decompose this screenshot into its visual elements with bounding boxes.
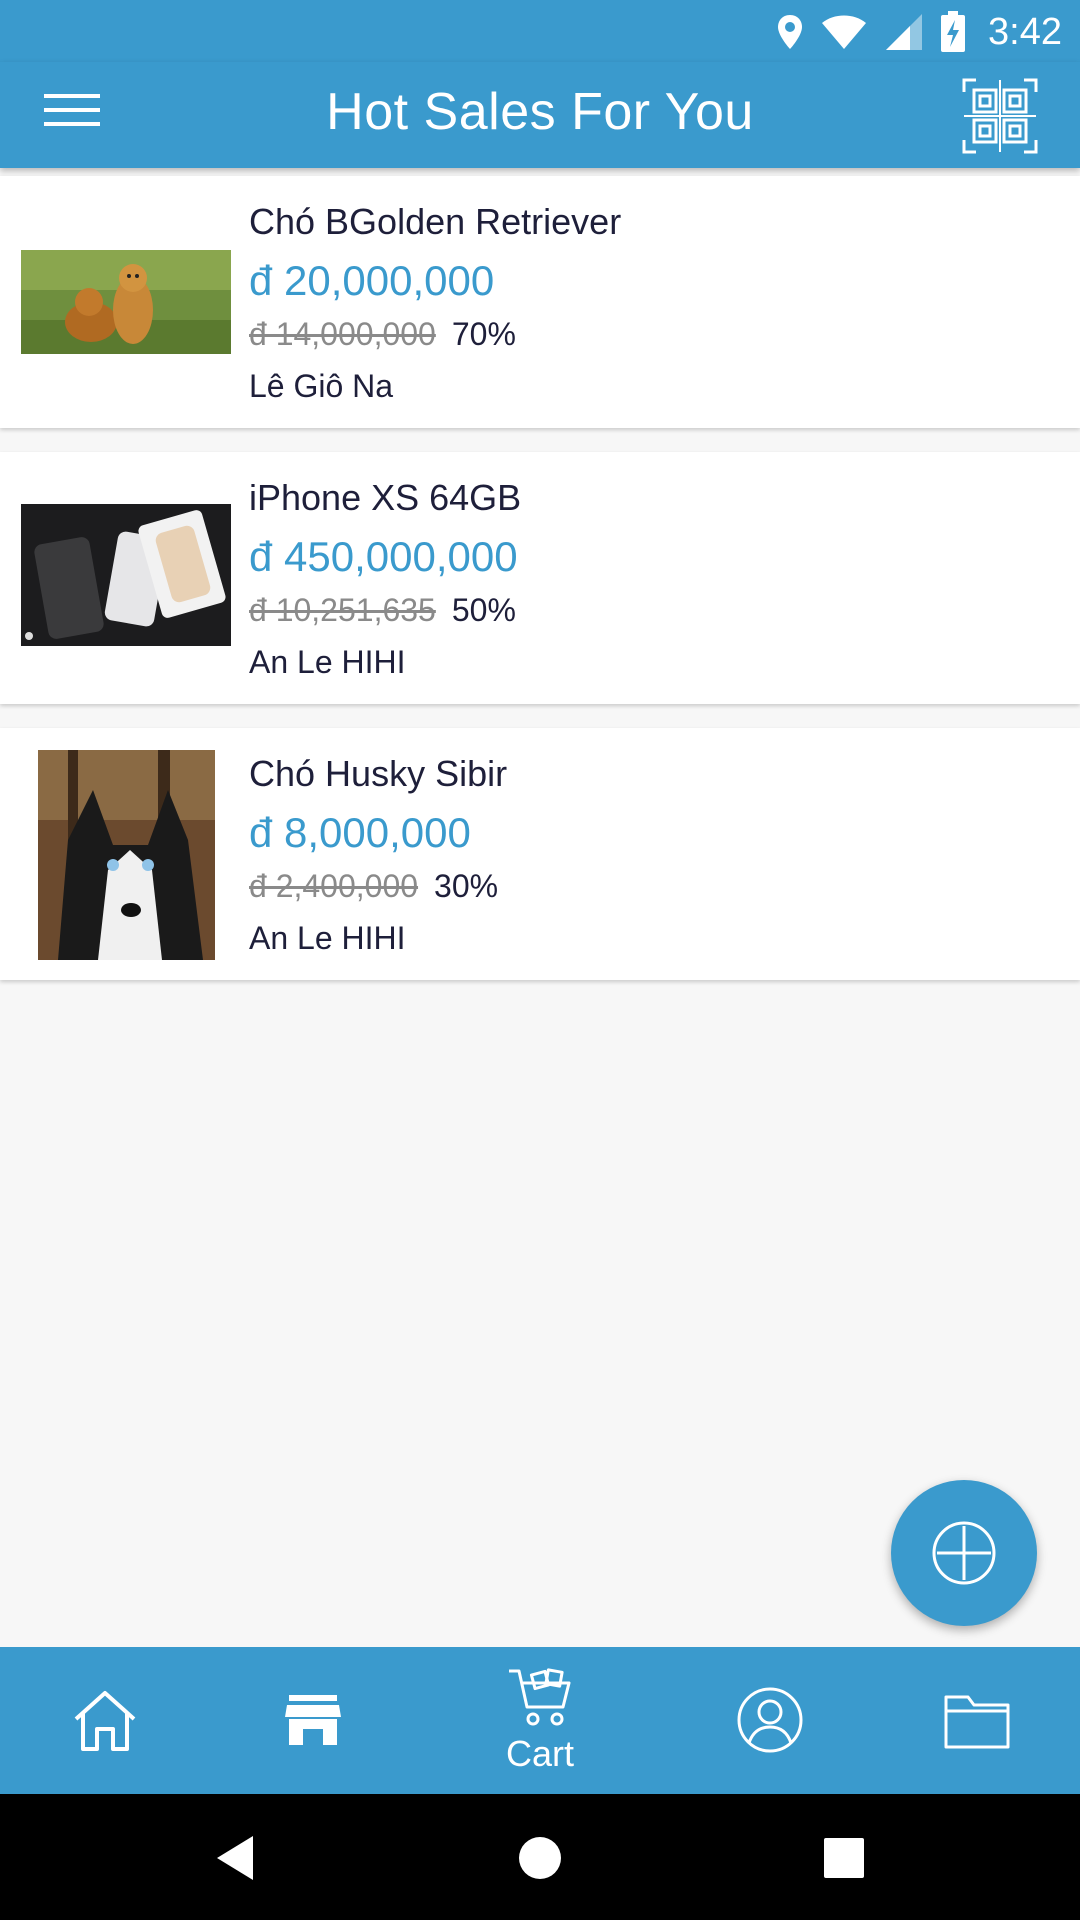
status-time: 3:42 — [988, 10, 1062, 53]
bottom-navigation: Cart — [0, 1647, 1080, 1794]
product-image — [21, 250, 231, 354]
iphone-photo — [21, 504, 231, 646]
user-profile-icon — [737, 1687, 803, 1753]
product-card[interactable]: Chó Husky Sibir đ 8,000,000 đ 2,400,000 … — [0, 728, 1080, 980]
store-icon — [285, 1695, 341, 1745]
nav-folder[interactable] — [910, 1647, 1040, 1794]
discount-badge: 70% — [451, 316, 516, 352]
home-icon — [74, 1691, 136, 1751]
discount-badge: 50% — [451, 592, 516, 628]
seller-name: Lê Giô Na — [249, 368, 394, 404]
home-circle-icon[interactable] — [518, 1836, 562, 1880]
folder-icon — [944, 1695, 1010, 1749]
price-row: đ 2,400,000 30% — [249, 860, 1060, 912]
product-info: iPhone XS 64GB đ 450,000,000 đ 10,251,63… — [249, 474, 1060, 688]
seller-name: An Le HIHI — [249, 920, 406, 956]
nav-home[interactable] — [40, 1647, 170, 1794]
product-image — [38, 750, 215, 960]
nav-cart[interactable]: Cart — [460, 1647, 620, 1794]
nav-store[interactable] — [245, 1647, 375, 1794]
product-price: đ 450,000,000 — [249, 533, 518, 580]
product-name: iPhone XS 64GB — [249, 477, 522, 518]
husky-photo — [38, 750, 215, 960]
cart-label: Cart — [505, 1733, 574, 1774]
qr-scan-button[interactable] — [962, 78, 1038, 154]
product-list: Chó BGolden Retriever đ 20,000,000 đ 14,… — [0, 176, 1080, 1004]
product-info: Chó Husky Sibir đ 8,000,000 đ 2,400,000 … — [249, 750, 1060, 964]
seller-name: An Le HIHI — [249, 644, 406, 680]
signal-icon — [886, 14, 923, 50]
product-price: đ 20,000,000 — [249, 257, 495, 304]
product-name: Chó BGolden Retriever — [249, 201, 622, 242]
cart-icon — [509, 1668, 571, 1726]
original-price: đ 2,400,000 — [249, 868, 419, 904]
wifi-icon — [822, 15, 867, 49]
product-price: đ 8,000,000 — [249, 809, 471, 856]
add-button[interactable] — [891, 1480, 1037, 1626]
status-bar: 3:42 — [0, 0, 1080, 62]
add-circle-icon — [932, 1521, 996, 1585]
system-navigation-bar — [0, 1794, 1080, 1920]
original-price: đ 10,251,635 — [249, 592, 436, 628]
product-name: Chó Husky Sibir — [249, 753, 508, 794]
product-card[interactable]: Chó BGolden Retriever đ 20,000,000 đ 14,… — [0, 176, 1080, 428]
back-icon[interactable] — [213, 1834, 257, 1882]
original-price: đ 14,000,000 — [249, 316, 436, 352]
nav-profile[interactable] — [705, 1647, 835, 1794]
location-icon — [778, 15, 803, 49]
app-bar: Hot Sales For You — [0, 62, 1080, 168]
qr-code-icon — [962, 78, 1038, 154]
discount-badge: 30% — [434, 868, 499, 904]
page-title: Hot Sales For You — [326, 83, 754, 141]
product-info: Chó BGolden Retriever đ 20,000,000 đ 14,… — [249, 198, 1060, 412]
price-row: đ 14,000,000 70% — [249, 308, 1060, 360]
golden-retriever-photo — [21, 250, 231, 354]
product-image — [21, 504, 231, 646]
status-icons: 3:42 — [776, 10, 1062, 54]
battery-charging-icon — [941, 11, 966, 52]
product-card[interactable]: iPhone XS 64GB đ 450,000,000 đ 10,251,63… — [0, 452, 1080, 704]
price-row: đ 10,251,635 50% — [249, 584, 1060, 636]
recent-apps-icon[interactable] — [824, 1838, 864, 1878]
